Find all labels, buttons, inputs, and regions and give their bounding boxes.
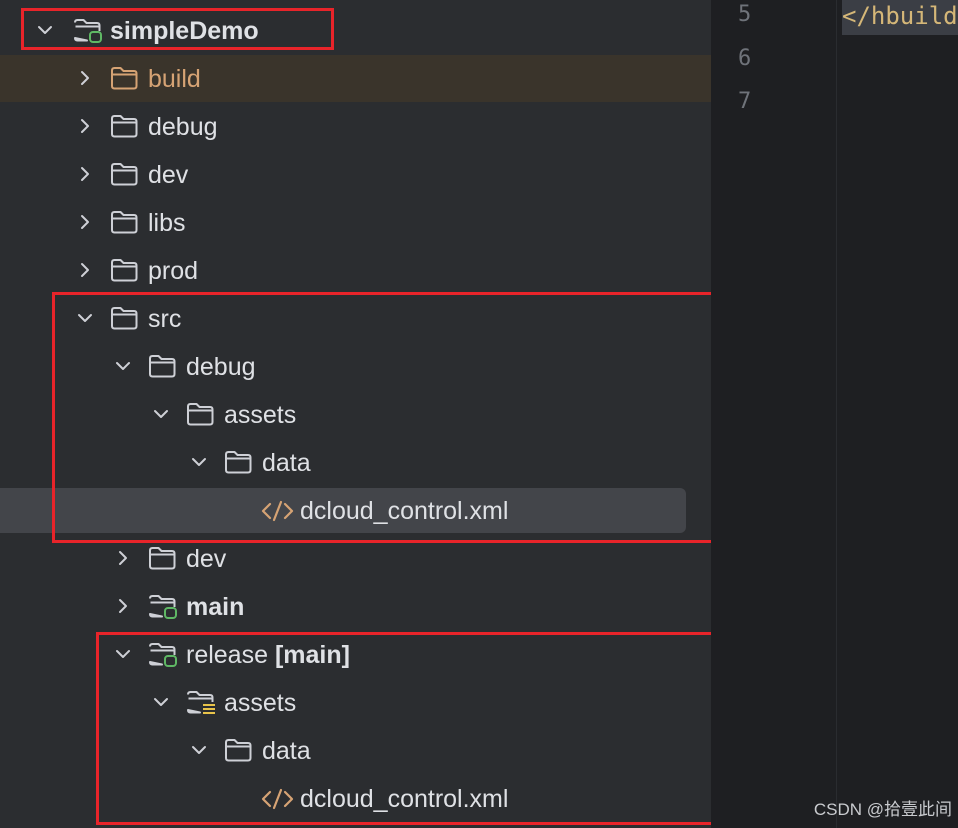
release-source-set-badge: [main] bbox=[274, 641, 350, 669]
chevron-down-icon[interactable] bbox=[74, 295, 94, 343]
tree-row-release-xml-file[interactable]: dcloud_control.xml bbox=[0, 775, 711, 823]
folder-label-src-main: main bbox=[186, 593, 245, 621]
file-label-debug-xml: dcloud_control.xml bbox=[300, 497, 509, 525]
folder-icon bbox=[110, 113, 140, 139]
tree-row-debug[interactable]: debug bbox=[0, 103, 711, 151]
folder-label-dev: dev bbox=[148, 161, 189, 189]
chevron-right-icon[interactable] bbox=[74, 103, 94, 151]
folder-label-src-dev: dev bbox=[186, 545, 227, 573]
tree-row-prod[interactable]: prod bbox=[0, 247, 711, 295]
line-number: 7 bbox=[738, 89, 752, 114]
folder-icon bbox=[224, 737, 254, 763]
module-folder-icon bbox=[73, 17, 103, 43]
chevron-down-icon[interactable] bbox=[150, 679, 170, 727]
chevron-right-icon[interactable] bbox=[74, 199, 94, 247]
folder-label-build: build bbox=[148, 65, 201, 93]
chevron-down-icon[interactable] bbox=[112, 631, 132, 679]
tree-row-dev[interactable]: dev bbox=[0, 151, 711, 199]
module-folder-icon bbox=[148, 641, 178, 667]
tree-row-src-release-assets-data[interactable]: data bbox=[0, 727, 711, 775]
chevron-right-icon[interactable] bbox=[112, 535, 132, 583]
folder-icon bbox=[110, 161, 140, 187]
folder-icon bbox=[110, 209, 140, 235]
tree-row-src-debug[interactable]: debug bbox=[0, 343, 711, 391]
folder-label-src-release: release [main] bbox=[186, 631, 350, 679]
folder-label-src-release-assets: assets bbox=[224, 689, 297, 717]
folder-icon bbox=[186, 401, 216, 427]
tree-row-src[interactable]: src bbox=[0, 295, 711, 343]
folder-label-src-release-assets-data: data bbox=[262, 737, 311, 765]
folder-label-debug: debug bbox=[148, 113, 218, 141]
editor-gutter-separator bbox=[836, 0, 837, 828]
chevron-right-icon[interactable] bbox=[74, 55, 94, 103]
chevron-down-icon[interactable] bbox=[188, 727, 208, 775]
folder-label-src-debug-assets-data: data bbox=[262, 449, 311, 477]
project-tree: simpleDemo build debug dev libs prod src… bbox=[0, 0, 717, 828]
folder-label-src: src bbox=[148, 305, 182, 333]
chevron-down-icon[interactable] bbox=[112, 343, 132, 391]
chevron-down-icon[interactable] bbox=[150, 391, 170, 439]
tree-row-build[interactable]: build bbox=[0, 55, 711, 102]
chevron-down-icon[interactable] bbox=[188, 439, 208, 487]
file-label-release-xml: dcloud_control.xml bbox=[300, 785, 509, 813]
release-name: release bbox=[186, 641, 268, 669]
chevron-right-icon[interactable] bbox=[74, 151, 94, 199]
folder-icon bbox=[148, 545, 178, 571]
chevron-right-icon[interactable] bbox=[74, 247, 94, 295]
resources-folder-icon bbox=[186, 689, 216, 715]
folder-icon bbox=[148, 353, 178, 379]
tree-row-src-release[interactable]: release [main] bbox=[0, 631, 711, 679]
tree-row-root[interactable]: simpleDemo bbox=[0, 7, 711, 55]
folder-icon bbox=[224, 449, 254, 475]
root-project-label: simpleDemo bbox=[110, 17, 259, 45]
tree-row-src-debug-assets[interactable]: assets bbox=[0, 391, 711, 439]
folder-icon bbox=[110, 305, 140, 331]
tree-row-src-debug-assets-data[interactable]: data bbox=[0, 439, 711, 487]
folder-label-src-debug-assets: assets bbox=[224, 401, 297, 429]
folder-label-libs: libs bbox=[148, 209, 186, 237]
watermark: CSDN @拾壹此间 bbox=[813, 800, 952, 819]
chevron-down-icon[interactable] bbox=[34, 7, 54, 55]
xml-file-icon bbox=[261, 788, 295, 810]
line-number: 5 bbox=[738, 2, 752, 27]
xml-file-icon bbox=[261, 500, 295, 522]
chevron-right-icon[interactable] bbox=[112, 583, 132, 631]
tree-row-src-main[interactable]: main bbox=[0, 583, 711, 631]
tree-row-src-dev[interactable]: dev bbox=[0, 535, 711, 583]
module-folder-icon bbox=[148, 593, 178, 619]
line-number: 6 bbox=[738, 46, 752, 71]
code-line-5[interactable]: </hbuild bbox=[842, 0, 958, 35]
tree-row-libs[interactable]: libs bbox=[0, 199, 711, 247]
folder-label-src-debug: debug bbox=[186, 353, 256, 381]
folder-icon bbox=[110, 65, 140, 91]
tree-row-src-release-assets[interactable]: assets bbox=[0, 679, 711, 727]
folder-icon bbox=[110, 257, 140, 283]
folder-label-prod: prod bbox=[148, 257, 199, 285]
code-editor[interactable] bbox=[712, 0, 958, 828]
tree-row-debug-xml-file[interactable]: dcloud_control.xml bbox=[0, 487, 711, 535]
